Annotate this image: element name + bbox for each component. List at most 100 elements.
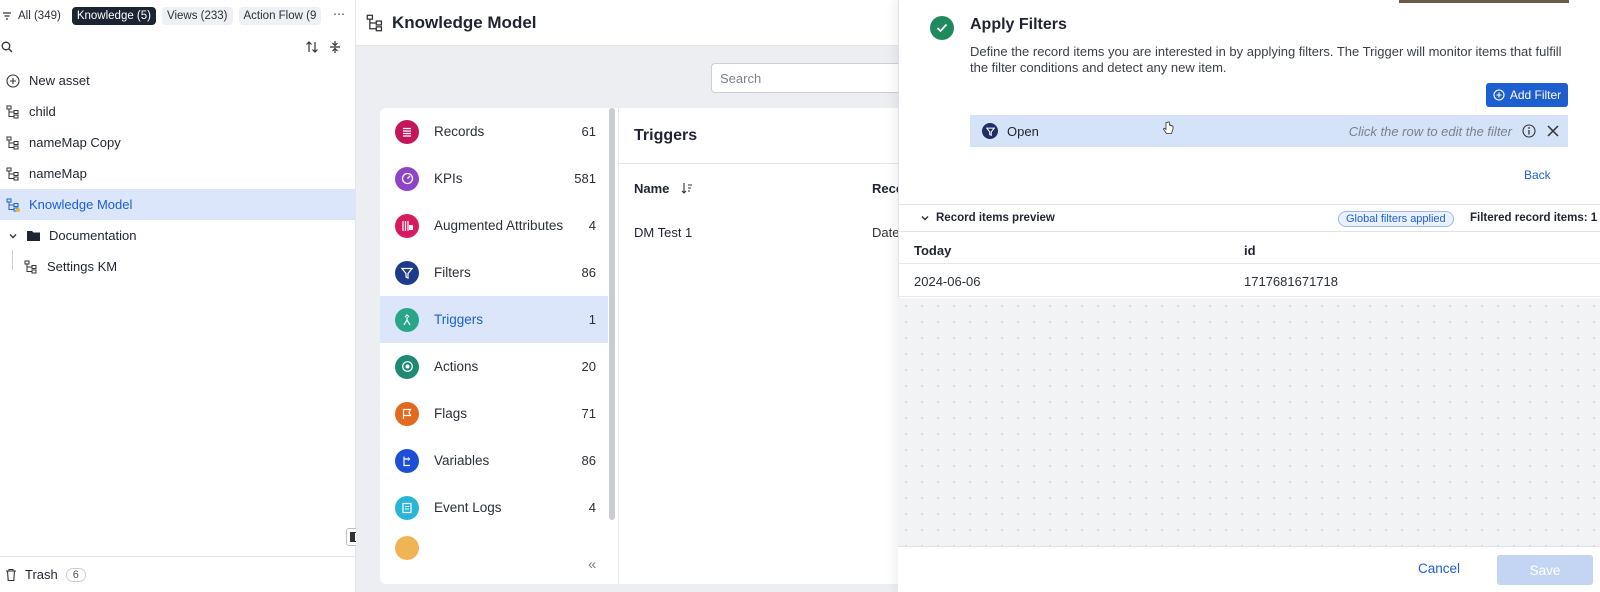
apply-filters-description: Define the record items you are interest… xyxy=(970,44,1562,75)
tree-item-namemap-copy[interactable]: nameMap Copy xyxy=(0,127,355,158)
variables-icon xyxy=(395,448,419,473)
divider xyxy=(618,163,900,164)
trash-icon xyxy=(5,568,17,582)
collapse-all-icon[interactable] xyxy=(329,40,341,57)
remove-filter-icon[interactable] xyxy=(1546,124,1560,138)
category-flags[interactable]: Flags 71 xyxy=(380,390,608,437)
tree-item-knowledge-model[interactable]: Knowledge Model xyxy=(0,189,355,220)
knowledge-model-icon xyxy=(5,166,21,182)
tab-all[interactable]: All (349) xyxy=(18,7,66,25)
category-variables[interactable]: Variables 86 xyxy=(380,437,608,484)
category-filters[interactable]: Filters 86 xyxy=(380,249,608,296)
triggers-panel xyxy=(618,108,900,584)
filter-list-icon xyxy=(2,11,12,21)
category-count: 86 xyxy=(581,453,596,468)
category-label: Records xyxy=(434,124,485,139)
category-count: 20 xyxy=(581,359,596,374)
search-input[interactable]: Search xyxy=(711,63,901,93)
category-triggers[interactable]: Triggers 1 xyxy=(380,296,608,343)
augmented-attributes-icon xyxy=(395,213,419,238)
main-header: Knowledge Model xyxy=(356,0,900,46)
plus-circle-icon xyxy=(5,73,21,89)
trigger-row-record: Date xyxy=(872,225,900,240)
tab-views[interactable]: Views (233) xyxy=(161,7,233,25)
filter-row[interactable]: Open Click the row to edit the filter xyxy=(970,115,1568,147)
category-label: Variables xyxy=(434,453,490,468)
kpi-gauge-icon xyxy=(395,166,419,191)
column-header-name[interactable]: Name xyxy=(634,181,693,197)
category-augmented-attributes[interactable]: Augmented Attributes 4 xyxy=(380,202,608,249)
column-header-today[interactable]: Today xyxy=(914,243,951,258)
save-button[interactable]: Save xyxy=(1497,555,1593,585)
records-icon xyxy=(395,119,419,144)
back-link[interactable]: Back xyxy=(1524,168,1551,182)
tree-item-settings-km[interactable]: Settings KM xyxy=(0,251,355,282)
tree-item-namemap[interactable]: nameMap xyxy=(0,158,355,189)
category-label: Triggers xyxy=(434,312,484,327)
global-filters-badge[interactable]: Global filters applied xyxy=(1338,211,1454,227)
chevron-down-icon[interactable] xyxy=(5,228,21,244)
chevron-down-icon[interactable] xyxy=(920,213,930,223)
actions-icon xyxy=(395,354,419,379)
category-count: 86 xyxy=(581,265,596,280)
filter-name: Open xyxy=(1007,123,1039,139)
column-header-id[interactable]: id xyxy=(1244,243,1256,258)
tree-item-label: nameMap Copy xyxy=(29,135,121,150)
category-label: Flags xyxy=(434,406,468,421)
column-header-label: Name xyxy=(634,181,670,196)
filter-icon xyxy=(982,123,998,139)
more-tabs-icon[interactable]: ⋯ xyxy=(333,7,346,21)
tree-item-child[interactable]: child xyxy=(0,96,355,127)
trigger-row-name[interactable]: DM Test 1 xyxy=(634,225,692,240)
knowledge-model-icon xyxy=(5,197,21,213)
page-title: Knowledge Model xyxy=(392,12,537,32)
trash-count-badge: 6 xyxy=(65,567,86,582)
trigger-icon xyxy=(395,307,419,332)
asset-type-tabs: All (349) Knowledge (5) Views (233) Acti… xyxy=(0,6,322,26)
thumbnail-strip xyxy=(1399,0,1569,3)
knowledge-model-icon xyxy=(23,259,39,275)
category-scrollbar[interactable] xyxy=(609,108,615,520)
category-actions[interactable]: Actions 20 xyxy=(380,343,608,390)
category-count: 1 xyxy=(588,312,596,327)
sidebar-search-row xyxy=(0,38,356,60)
add-filter-label: Add Filter xyxy=(1509,88,1562,102)
step-complete-icon xyxy=(930,16,954,40)
category-label: Filters xyxy=(434,265,471,280)
sort-icon[interactable] xyxy=(305,40,319,57)
tree-item-documentation[interactable]: Documentation xyxy=(0,220,355,251)
apply-filters-title: Apply Filters xyxy=(970,16,1067,33)
tab-knowledge[interactable]: Knowledge (5) xyxy=(71,7,156,25)
flag-icon xyxy=(395,401,419,426)
plus-circle-icon xyxy=(1493,89,1505,101)
filtered-record-count: Filtered record items: 1 xyxy=(1470,212,1598,224)
collapse-panel-icon[interactable]: « xyxy=(588,556,596,573)
category-count: 4 xyxy=(588,218,596,233)
category-event-logs[interactable]: Event Logs 4 xyxy=(380,484,608,531)
trash-row[interactable]: Trash 6 xyxy=(0,556,356,592)
category-count: 71 xyxy=(581,406,596,421)
cancel-button[interactable]: Cancel xyxy=(1418,561,1460,576)
category-label: Actions xyxy=(434,359,479,374)
tree-item-label: Settings KM xyxy=(47,259,118,274)
new-asset-button[interactable]: New asset xyxy=(0,65,355,96)
category-label: Event Logs xyxy=(434,500,502,515)
category-count: 581 xyxy=(574,171,596,186)
mouse-cursor-icon xyxy=(1162,121,1174,138)
category-kpis[interactable]: KPIs 581 xyxy=(380,155,608,202)
tab-action-flow[interactable]: Action Flow (9 xyxy=(238,7,322,25)
preview-empty-area xyxy=(898,298,1600,546)
sort-az-icon[interactable] xyxy=(681,182,693,197)
info-icon[interactable] xyxy=(1522,124,1536,138)
add-filter-button[interactable]: Add Filter xyxy=(1486,83,1568,107)
filter-edit-hint: Click the row to edit the filter xyxy=(1348,123,1512,139)
knowledge-model-icon xyxy=(366,14,384,32)
category-list: Records 61 KPIs 581 Augmented Attributes… xyxy=(380,108,618,584)
tree-item-label: child xyxy=(29,104,56,119)
drawer-footer xyxy=(898,546,1600,592)
knowledge-model-icon xyxy=(5,104,21,120)
category-records[interactable]: Records 61 xyxy=(380,108,608,155)
record-items-preview-label: Record items preview xyxy=(936,212,1055,224)
tree-item-label: nameMap xyxy=(29,166,87,181)
search-icon[interactable] xyxy=(1,41,13,56)
